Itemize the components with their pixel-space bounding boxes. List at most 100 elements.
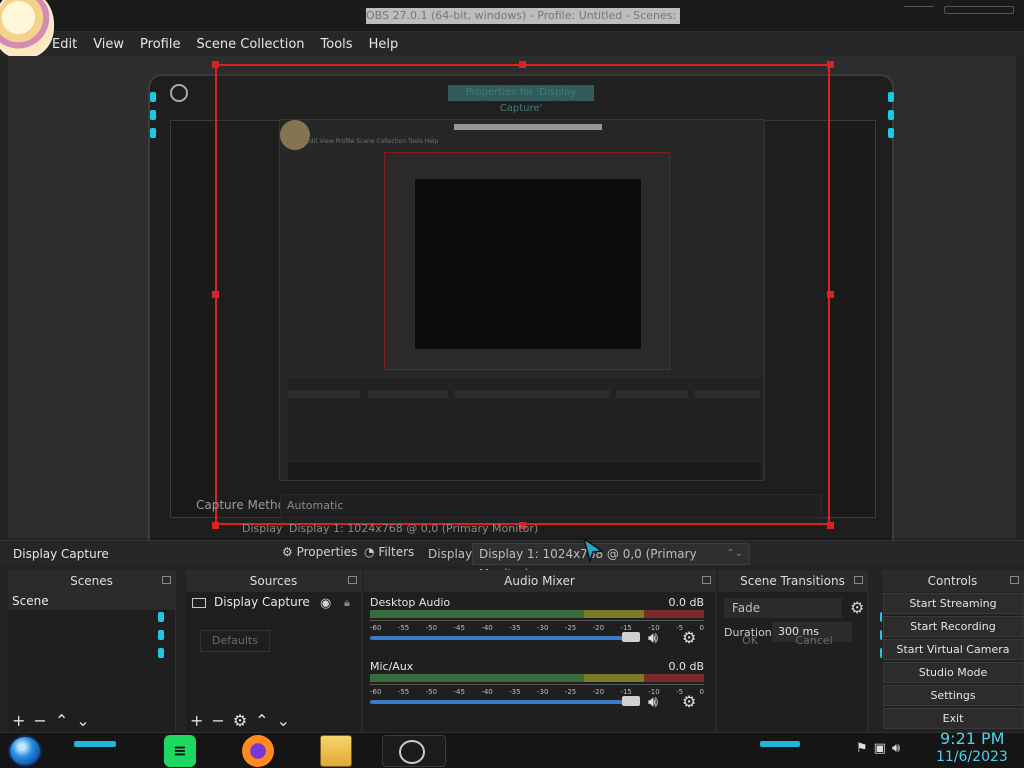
led-accent (888, 92, 894, 102)
move-up-icon[interactable]: ⌃ (55, 711, 76, 730)
speaker-icon[interactable]: 🔊︎ (648, 628, 658, 648)
lock-icon[interactable]: 🔒︎ (344, 596, 355, 609)
audio-mixer-dock-header: Audio Mixer (364, 570, 715, 592)
volume-meter (370, 674, 704, 682)
ok-button[interactable]: OK (720, 630, 780, 652)
resize-handle[interactable] (827, 291, 834, 298)
led-accent (158, 630, 164, 640)
title-bar: OBS 27.0.1 (64-bit, windows) - Profile: … (0, 0, 1024, 32)
flag-icon[interactable]: ⚑ (856, 741, 874, 756)
obs-taskbar-icon[interactable] (382, 735, 446, 767)
scale-tick: -25 (564, 688, 577, 696)
clock-date[interactable]: 11/6/2023 (936, 749, 1008, 765)
window-title: OBS 27.0.1 (64-bit, windows) - Profile: … (366, 8, 680, 24)
menu-profile[interactable]: Profile (140, 37, 180, 52)
filters-button[interactable]: ◔ Filters (364, 545, 414, 559)
capture-method-label: Capture Method (196, 498, 293, 512)
scale-tick: -40 (481, 688, 493, 696)
start-recording-button[interactable]: Start Recording (883, 616, 1023, 637)
add-icon[interactable]: + (12, 711, 33, 730)
menu-help[interactable]: Help (369, 37, 399, 52)
led-accent (150, 128, 156, 138)
undock-icon[interactable] (348, 576, 357, 584)
properties-button[interactable]: ⚙ Properties (282, 545, 357, 559)
led-accent (888, 128, 894, 138)
volume-meter-peak (370, 620, 704, 621)
capture-method-select[interactable]: Automatic (280, 494, 822, 518)
exit-button[interactable]: Exit (883, 708, 1023, 729)
taskbar: ≡ ⚑▣🔊︎ 9:21 PM 11/6/2023 (0, 729, 1024, 768)
eye-icon[interactable]: ◉ (320, 596, 331, 611)
gear-icon[interactable]: ⚙ (682, 692, 696, 711)
scenes-toolbar: +−⌃⌄ (12, 711, 98, 730)
menu-view[interactable]: View (93, 37, 124, 52)
speaker-icon[interactable]: 🔊︎ (892, 741, 906, 756)
led-accent (150, 110, 156, 120)
mixer-channel-desktop-audio: Desktop Audio 0.0 dB -60 -55 -50 -45 -40 -35 -… (370, 596, 704, 654)
start-streaming-button[interactable]: Start Streaming (883, 593, 1023, 614)
scenes-dock: Scenes Scene +−⌃⌄ (8, 570, 176, 732)
undock-icon[interactable] (162, 576, 171, 584)
start-virtual-camera-button[interactable]: Start Virtual Camera (883, 639, 1023, 660)
volume-slider-handle[interactable] (622, 632, 640, 642)
volume-slider[interactable] (370, 700, 640, 704)
clock-time[interactable]: 9:21 PM (940, 729, 1004, 748)
obs-window: OBS 27.0.1 (64-bit, windows) - Profile: … (0, 0, 1024, 768)
settings-button[interactable]: Settings (883, 685, 1023, 706)
move-up-icon[interactable]: ⌃ (255, 711, 276, 730)
gear-icon[interactable]: ⚙ (682, 628, 696, 647)
spotify-icon[interactable]: ≡ (164, 735, 196, 767)
source-item[interactable]: Display Capture ◉ 🔒︎ (186, 592, 361, 614)
scene-item[interactable]: Scene (8, 592, 175, 610)
resize-handle[interactable] (827, 61, 834, 68)
transitions-dock-header: Scene Transitions (718, 570, 867, 592)
remove-icon[interactable]: − (211, 711, 232, 730)
scale-tick: -35 (509, 624, 521, 632)
scale-tick: -15 (620, 688, 632, 696)
gear-icon[interactable]: ⚙ (233, 711, 255, 730)
resize-handle[interactable] (212, 61, 219, 68)
scale-tick: -15 (620, 624, 632, 632)
properties-label: Properties (296, 545, 358, 559)
led-accent (158, 648, 164, 658)
channel-db: 0.0 dB (668, 596, 704, 609)
source-selection-box[interactable] (215, 64, 830, 525)
start-button[interactable] (8, 735, 42, 767)
undock-icon[interactable] (702, 576, 711, 584)
scenes-title: Scenes (70, 574, 113, 588)
scale-tick: -45 (453, 624, 465, 632)
scale-tick: -25 (564, 624, 577, 632)
defaults-button[interactable]: Defaults (200, 630, 270, 652)
menu-tools[interactable]: Tools (321, 37, 353, 52)
gear-icon[interactable]: ⚙ (850, 598, 864, 617)
firefox-icon[interactable] (242, 735, 274, 767)
cancel-button[interactable]: Cancel (784, 630, 844, 652)
speaker-icon[interactable]: 🔊︎ (648, 692, 658, 712)
volume-slider-handle[interactable] (622, 696, 640, 706)
volume-slider[interactable] (370, 636, 640, 640)
studio-mode-button[interactable]: Studio Mode (883, 662, 1023, 683)
file-explorer-icon[interactable] (320, 735, 352, 767)
display-toolbar-label: Display (428, 547, 473, 561)
display-field[interactable]: Display 1: 1024x768 @ 0,0 (Primary Monit… (289, 522, 538, 535)
resize-handle[interactable] (212, 291, 219, 298)
menu-scene-collection[interactable]: Scene Collection (196, 37, 304, 52)
transition-select[interactable]: Fade (724, 598, 842, 618)
undock-icon[interactable] (854, 576, 863, 584)
scale-tick: 0 (699, 688, 704, 696)
remove-icon[interactable]: − (33, 711, 54, 730)
menu-edit[interactable]: Edit (52, 37, 77, 52)
volume-meter (370, 610, 704, 618)
scale-tick: -35 (509, 688, 521, 696)
move-down-icon[interactable]: ⌄ (76, 711, 97, 730)
add-icon[interactable]: + (190, 711, 211, 730)
source-name: Display Capture (214, 595, 310, 609)
move-down-icon[interactable]: ⌄ (277, 711, 298, 730)
scale-tick: -60 (370, 688, 382, 696)
network-icon[interactable]: ▣ (874, 741, 892, 756)
display-select[interactable]: Display 1: 1024x768 @ 0,0 (Primary Monit… (472, 543, 750, 581)
resize-handle[interactable] (519, 61, 526, 68)
undock-icon[interactable] (1010, 576, 1019, 584)
display-row: Display Display 1: 1024x768 @ 0,0 (Prima… (196, 520, 838, 538)
monitor-icon (192, 598, 206, 608)
